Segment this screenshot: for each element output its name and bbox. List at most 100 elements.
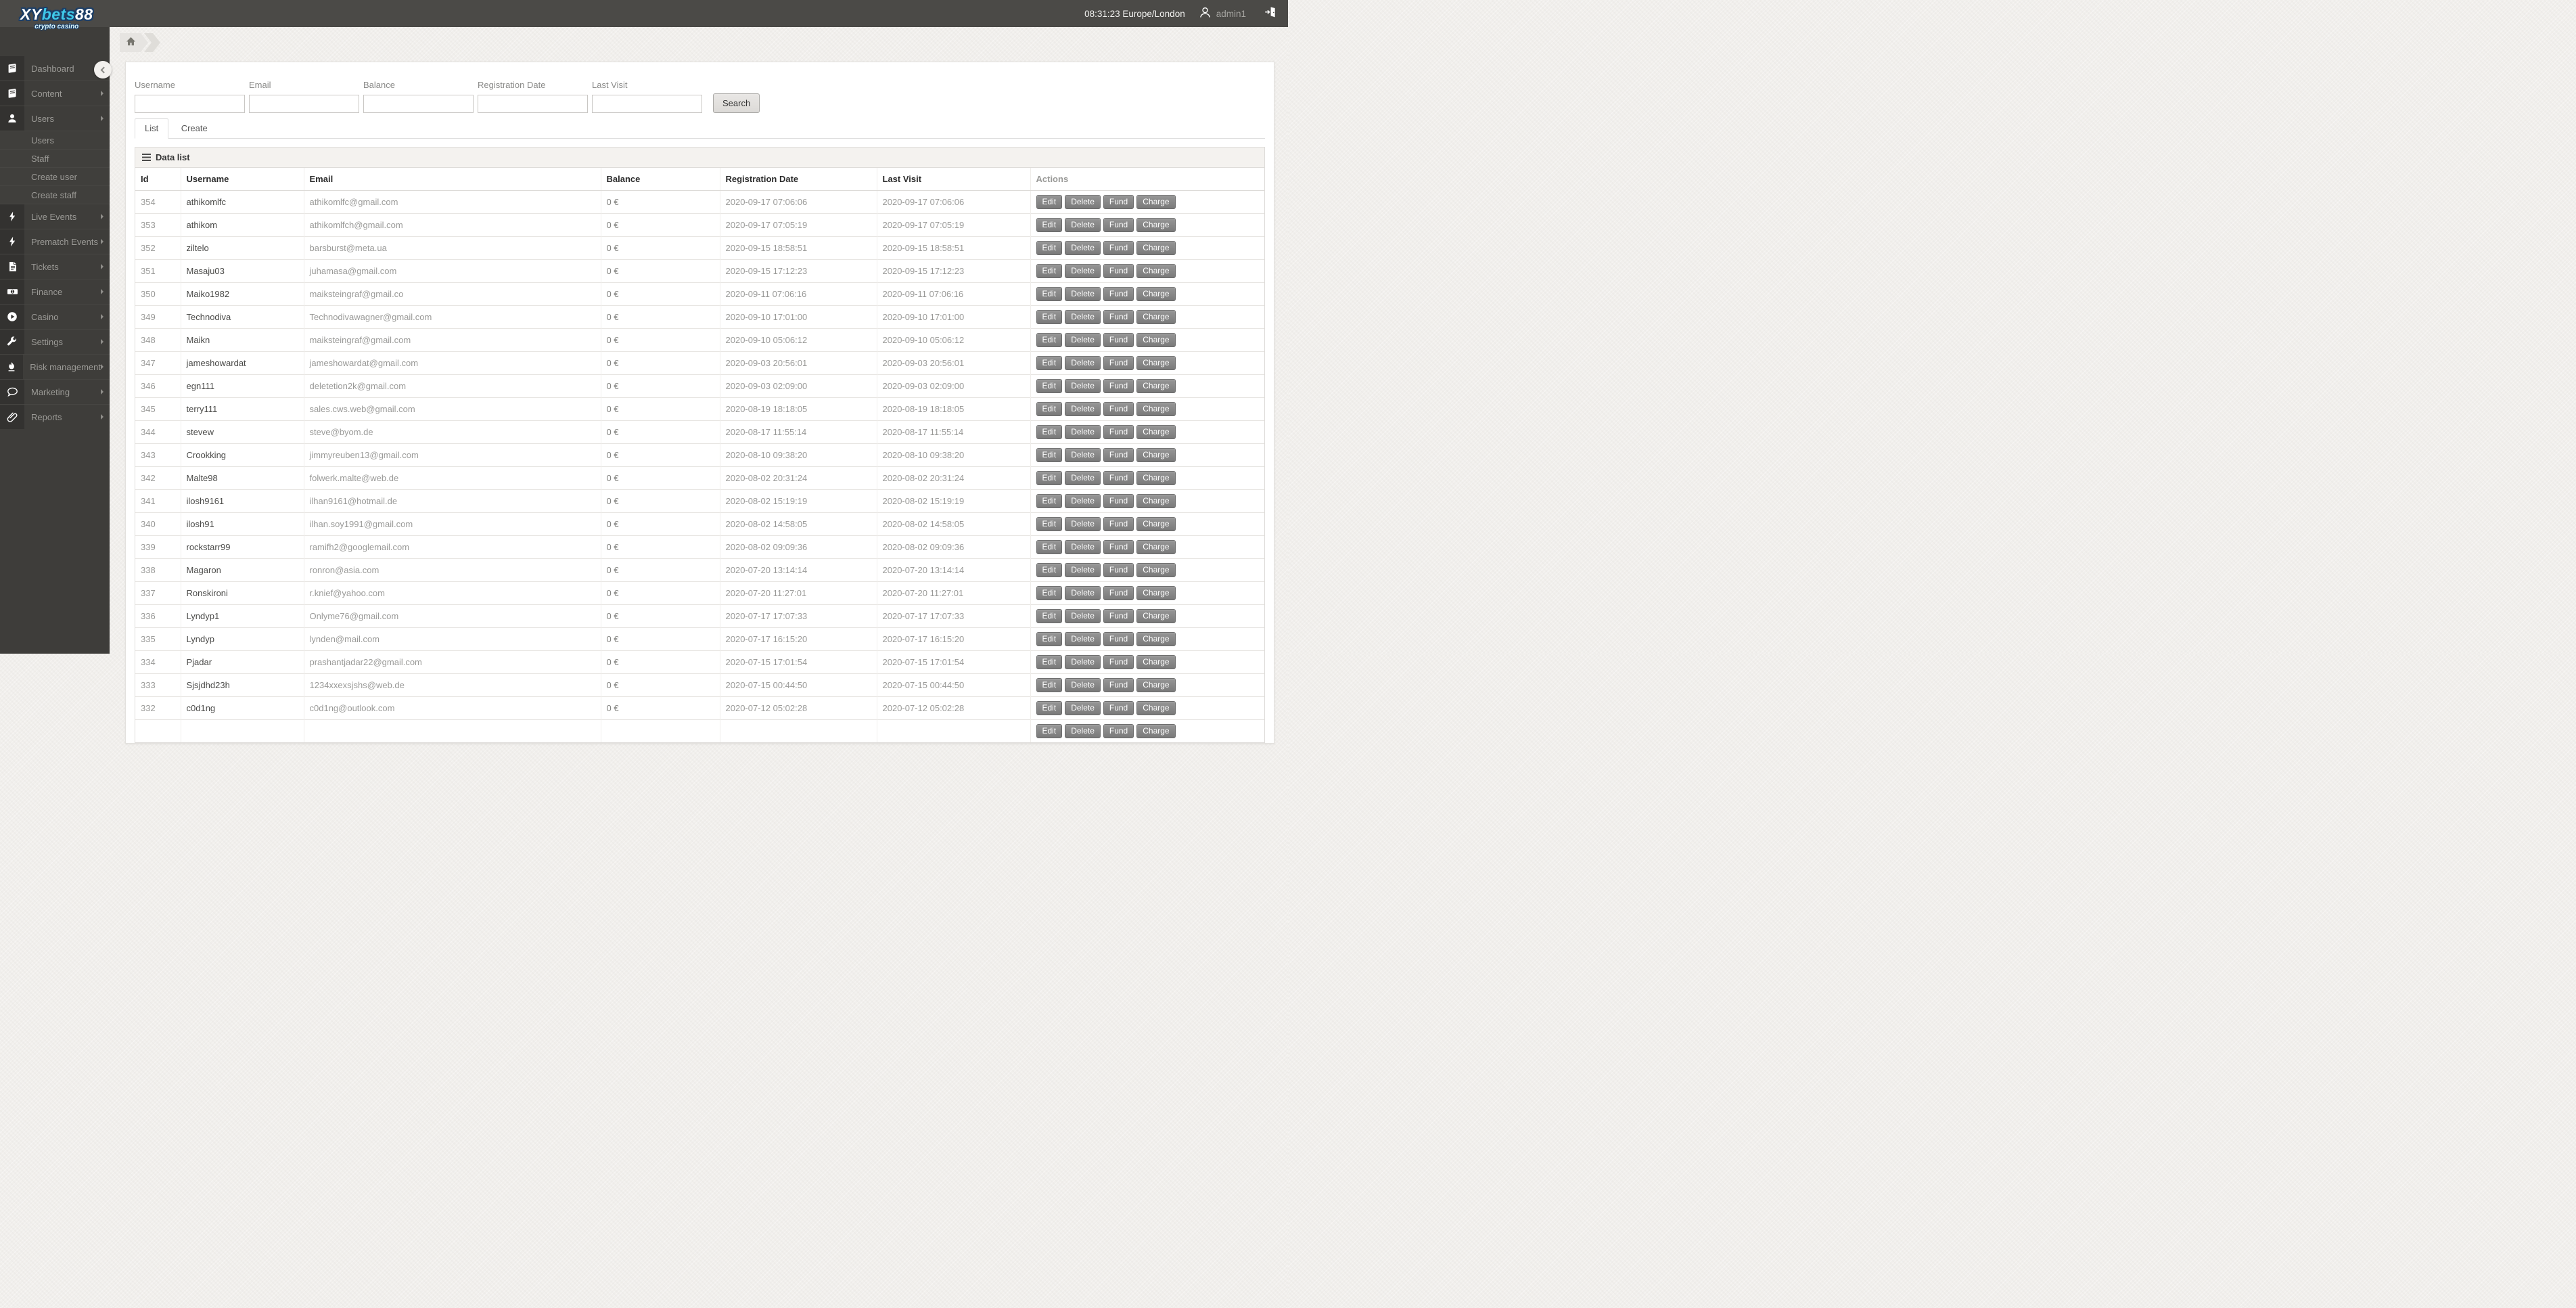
charge-button[interactable]: Charge [1136,264,1176,278]
delete-button[interactable]: Delete [1065,310,1101,324]
fund-button[interactable]: Fund [1103,379,1134,393]
edit-button[interactable]: Edit [1036,448,1063,462]
delete-button[interactable]: Delete [1065,701,1101,715]
charge-button[interactable]: Charge [1136,540,1176,554]
search-button[interactable]: Search [713,93,760,113]
fund-button[interactable]: Fund [1103,333,1134,347]
sidebar-item-finance[interactable]: 1 Finance [0,279,110,304]
fund-button[interactable]: Fund [1103,287,1134,301]
charge-button[interactable]: Charge [1136,287,1176,301]
sidebar-item-content[interactable]: Content [0,81,110,106]
charge-button[interactable]: Charge [1136,517,1176,531]
delete-button[interactable]: Delete [1065,241,1101,255]
sidebar-subitem-create-user[interactable]: Create user [0,167,110,185]
fund-button[interactable]: Fund [1103,356,1134,370]
charge-button[interactable]: Charge [1136,310,1176,324]
edit-button[interactable]: Edit [1036,310,1063,324]
edit-button[interactable]: Edit [1036,517,1063,531]
sidebar-item-live-events[interactable]: Live Events [0,204,110,229]
sidebar-collapse-button[interactable] [94,61,112,78]
sidebar-subitem-create-staff[interactable]: Create staff [0,185,110,204]
logout-button[interactable] [1264,5,1277,22]
sidebar-item-marketing[interactable]: Marketing [0,379,110,404]
delete-button[interactable]: Delete [1065,287,1101,301]
delete-button[interactable]: Delete [1065,678,1101,692]
sidebar-item-settings[interactable]: Settings [0,329,110,354]
edit-button[interactable]: Edit [1036,264,1063,278]
sidebar-item-casino[interactable]: Casino [0,304,110,329]
delete-button[interactable]: Delete [1065,402,1101,416]
edit-button[interactable]: Edit [1036,402,1063,416]
fund-button[interactable]: Fund [1103,586,1134,600]
delete-button[interactable]: Delete [1065,517,1101,531]
charge-button[interactable]: Charge [1136,379,1176,393]
fund-button[interactable]: Fund [1103,632,1134,646]
sidebar-item-prematch-events[interactable]: Prematch Events [0,229,110,254]
fund-button[interactable]: Fund [1103,264,1134,278]
charge-button[interactable]: Charge [1136,632,1176,646]
sidebar-subitem-users[interactable]: Users [0,131,110,149]
registration-date-filter-input[interactable] [478,95,588,113]
fund-button[interactable]: Fund [1103,609,1134,623]
edit-button[interactable]: Edit [1036,632,1063,646]
delete-button[interactable]: Delete [1065,632,1101,646]
fund-button[interactable]: Fund [1103,448,1134,462]
edit-button[interactable]: Edit [1036,655,1063,669]
edit-button[interactable]: Edit [1036,241,1063,255]
delete-button[interactable]: Delete [1065,333,1101,347]
charge-button[interactable]: Charge [1136,195,1176,209]
edit-button[interactable]: Edit [1036,724,1063,738]
balance-filter-input[interactable] [363,95,474,113]
charge-button[interactable]: Charge [1136,678,1176,692]
fund-button[interactable]: Fund [1103,517,1134,531]
delete-button[interactable]: Delete [1065,425,1101,439]
edit-button[interactable]: Edit [1036,356,1063,370]
sidebar-item-tickets[interactable]: Tickets [0,254,110,279]
fund-button[interactable]: Fund [1103,425,1134,439]
charge-button[interactable]: Charge [1136,448,1176,462]
delete-button[interactable]: Delete [1065,586,1101,600]
sidebar-item-reports[interactable]: Reports [0,404,110,429]
delete-button[interactable]: Delete [1065,195,1101,209]
edit-button[interactable]: Edit [1036,540,1063,554]
charge-button[interactable]: Charge [1136,471,1176,485]
fund-button[interactable]: Fund [1103,471,1134,485]
edit-button[interactable]: Edit [1036,195,1063,209]
delete-button[interactable]: Delete [1065,540,1101,554]
charge-button[interactable]: Charge [1136,655,1176,669]
delete-button[interactable]: Delete [1065,379,1101,393]
edit-button[interactable]: Edit [1036,425,1063,439]
fund-button[interactable]: Fund [1103,195,1134,209]
edit-button[interactable]: Edit [1036,494,1063,508]
edit-button[interactable]: Edit [1036,333,1063,347]
delete-button[interactable]: Delete [1065,494,1101,508]
edit-button[interactable]: Edit [1036,678,1063,692]
charge-button[interactable]: Charge [1136,402,1176,416]
delete-button[interactable]: Delete [1065,655,1101,669]
delete-button[interactable]: Delete [1065,609,1101,623]
charge-button[interactable]: Charge [1136,241,1176,255]
fund-button[interactable]: Fund [1103,724,1134,738]
delete-button[interactable]: Delete [1065,264,1101,278]
fund-button[interactable]: Fund [1103,241,1134,255]
tab-list[interactable]: List [135,118,169,139]
sidebar-item-dashboard[interactable]: Dashboard [0,56,110,81]
fund-button[interactable]: Fund [1103,540,1134,554]
charge-button[interactable]: Charge [1136,218,1176,232]
delete-button[interactable]: Delete [1065,218,1101,232]
account-menu[interactable]: admin1 [1199,6,1246,21]
charge-button[interactable]: Charge [1136,356,1176,370]
breadcrumb-home[interactable] [120,33,148,52]
username-filter-input[interactable] [135,95,245,113]
fund-button[interactable]: Fund [1103,655,1134,669]
fund-button[interactable]: Fund [1103,494,1134,508]
delete-button[interactable]: Delete [1065,724,1101,738]
edit-button[interactable]: Edit [1036,471,1063,485]
delete-button[interactable]: Delete [1065,471,1101,485]
edit-button[interactable]: Edit [1036,609,1063,623]
charge-button[interactable]: Charge [1136,333,1176,347]
charge-button[interactable]: Charge [1136,724,1176,738]
edit-button[interactable]: Edit [1036,701,1063,715]
fund-button[interactable]: Fund [1103,678,1134,692]
sidebar-item-risk-management[interactable]: Risk management [0,354,110,379]
